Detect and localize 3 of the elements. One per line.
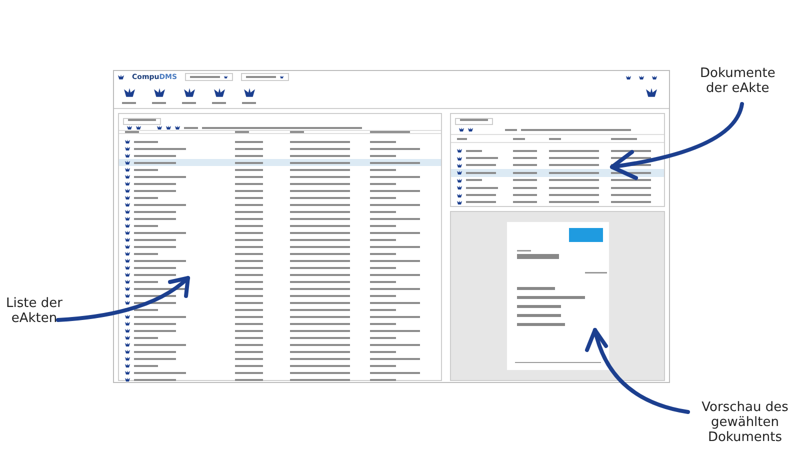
annotation-label: Vorschau des gewählten Dokuments [700,400,790,445]
annotation-label: Liste der eAkten [6,296,62,326]
annotation-label: Dokumente der eAkte [700,66,776,96]
